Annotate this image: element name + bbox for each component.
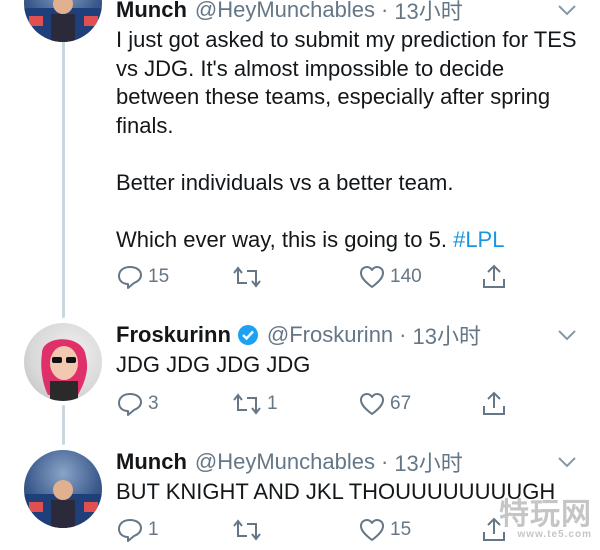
reply-count: 1 xyxy=(148,519,159,540)
tweet-body: I just got asked to submit my prediction… xyxy=(116,27,577,252)
caret-down-icon[interactable] xyxy=(556,328,578,342)
like-icon xyxy=(360,393,384,415)
display-name[interactable]: Munch xyxy=(116,449,187,475)
retweet-icon xyxy=(233,266,261,288)
retweet-button[interactable]: 1 xyxy=(231,389,278,419)
reply-icon xyxy=(118,519,142,542)
tweet-header: Froskurinn @Froskurinn · 13小时 xyxy=(116,319,481,351)
user-handle[interactable]: @HeyMunchables xyxy=(195,449,375,475)
avatar[interactable] xyxy=(24,323,102,401)
retweet-icon xyxy=(233,393,261,415)
display-name[interactable]: Munch xyxy=(116,0,187,23)
reply-button[interactable]: 1 xyxy=(116,515,159,545)
like-button[interactable]: 15 xyxy=(358,515,411,545)
timestamp[interactable]: 13小时 xyxy=(413,319,481,351)
reply-icon xyxy=(118,393,142,416)
retweet-icon xyxy=(233,519,261,541)
retweet-button[interactable] xyxy=(231,262,267,292)
tweet-actions: 15 140 xyxy=(116,262,516,292)
hashtag-link[interactable]: #LPL xyxy=(453,227,504,252)
watermark-main: 特玩网 xyxy=(499,498,592,531)
reply-button[interactable]: 3 xyxy=(116,389,159,419)
share-icon xyxy=(483,264,505,288)
separator: · xyxy=(380,449,389,474)
user-handle[interactable]: @HeyMunchables xyxy=(195,0,375,23)
avatar[interactable] xyxy=(24,450,102,528)
tweet-actions: 3 1 67 xyxy=(116,389,516,419)
thread-connector-line xyxy=(62,405,65,445)
verified-badge-icon xyxy=(237,325,258,345)
site-watermark: 特玩网 www.te5.com xyxy=(499,489,592,540)
tweet-header: Munch @HeyMunchables · 13小时 xyxy=(116,0,463,26)
reply-button[interactable]: 15 xyxy=(116,262,169,292)
retweet-button[interactable] xyxy=(231,515,267,545)
caret-down-icon[interactable] xyxy=(556,455,578,469)
share-button[interactable] xyxy=(480,262,508,292)
share-icon xyxy=(483,391,505,415)
reply-count: 15 xyxy=(148,266,170,287)
separator: · xyxy=(380,0,389,22)
reply-icon xyxy=(118,266,142,289)
tweet-text: JDG JDG JDG JDG xyxy=(116,352,311,377)
tweet-text: I just got asked to submit my prediction… xyxy=(116,26,586,254)
like-icon xyxy=(360,519,384,541)
share-button[interactable] xyxy=(480,389,508,419)
like-button[interactable]: 140 xyxy=(358,262,422,292)
like-count: 15 xyxy=(390,519,412,540)
display-name[interactable]: Froskurinn xyxy=(116,322,231,348)
timestamp[interactable]: 13小时 xyxy=(394,446,462,478)
timestamp[interactable]: 13小时 xyxy=(394,0,462,26)
like-count: 140 xyxy=(390,266,422,287)
like-button[interactable]: 67 xyxy=(358,389,411,419)
retweet-count: 1 xyxy=(267,393,278,414)
separator: · xyxy=(399,322,407,347)
tweet-header: Munch @HeyMunchables · 13小时 xyxy=(116,446,463,478)
thread-connector-line xyxy=(62,0,65,318)
like-count: 67 xyxy=(390,393,412,414)
avatar[interactable] xyxy=(24,0,102,42)
user-handle[interactable]: @Froskurinn xyxy=(267,322,393,348)
like-icon xyxy=(360,266,384,288)
tweet-actions: 1 15 xyxy=(116,515,516,545)
caret-down-icon[interactable] xyxy=(556,3,578,17)
reply-count: 3 xyxy=(148,393,159,414)
